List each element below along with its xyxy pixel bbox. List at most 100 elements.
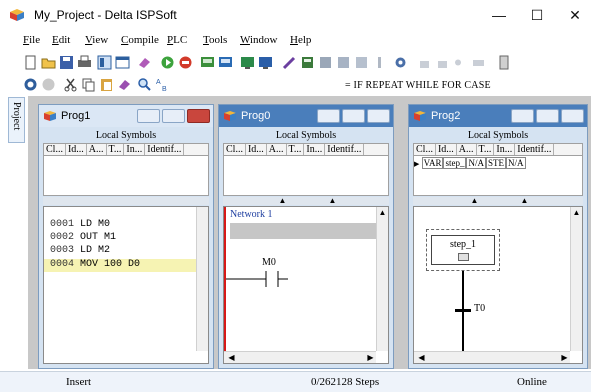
column-header[interactable]: A...	[87, 144, 107, 155]
prog0-window[interactable]: Prog0 Local Symbols Cl... Id... A... T... In…	[218, 104, 394, 369]
scroll-right-icon[interactable]: ▶	[365, 353, 376, 363]
prog2-window[interactable]: Prog2 Local Symbols Cl... Id... A... T... In…	[408, 104, 588, 369]
settings-gear-icon[interactable]	[393, 55, 408, 70]
prog1-title-bar[interactable]: Prog1	[39, 105, 213, 127]
local-symbols-table[interactable]: ▶ VAR step_ N/A STE N/A	[413, 156, 583, 196]
menu-tools[interactable]: Tools	[203, 34, 227, 46]
copy-icon[interactable]	[81, 77, 96, 92]
print-icon[interactable]	[77, 55, 92, 70]
local-symbols-table[interactable]	[223, 156, 389, 196]
save-icon[interactable]	[59, 55, 74, 70]
eraser-icon[interactable]	[137, 55, 152, 70]
paste-icon[interactable]	[99, 77, 114, 92]
column-header[interactable]: In...	[494, 144, 516, 155]
menu-help[interactable]: Help	[290, 34, 311, 46]
collapse-arrow-icon[interactable]: ▲	[519, 196, 530, 206]
stop-icon[interactable]	[178, 55, 193, 70]
step-action-icon[interactable]	[458, 253, 469, 261]
undo-icon[interactable]	[117, 77, 132, 92]
column-header[interactable]: T...	[107, 144, 125, 155]
menu-file[interactable]: File	[23, 34, 40, 46]
maximize-button[interactable]: ☐	[522, 4, 552, 26]
horizontal-scrollbar[interactable]: ◀ ▶	[224, 351, 376, 363]
prog2-restore-button[interactable]	[536, 109, 559, 123]
scroll-right-icon[interactable]: ▶	[559, 353, 570, 363]
column-header[interactable]: Id...	[246, 144, 267, 155]
new-file-icon[interactable]	[23, 55, 38, 70]
close-button[interactable]: ✕	[560, 4, 590, 26]
table-icon[interactable]	[318, 55, 333, 70]
minimize-button[interactable]: —	[484, 4, 514, 26]
find-icon[interactable]	[137, 77, 152, 92]
symbol-row[interactable]: ▶ VAR step_ N/A STE N/A	[414, 157, 526, 169]
unlock-icon[interactable]	[435, 55, 450, 70]
collapse-arrow-icon[interactable]: ▲	[327, 196, 338, 206]
pane-splitter[interactable]: ▲ ▲	[413, 196, 583, 206]
prog0-restore-button[interactable]	[342, 109, 365, 123]
project-panel-tab[interactable]: Project	[8, 97, 25, 143]
scroll-up-icon[interactable]: ▲	[377, 208, 388, 218]
key-icon[interactable]	[453, 55, 468, 70]
device-icon[interactable]	[300, 55, 315, 70]
keyboard-icon[interactable]	[497, 55, 512, 70]
st-keyword-bar[interactable]: = IF REPEAT WHILE FOR CASE	[345, 80, 491, 91]
column-header[interactable]: Cl...	[414, 144, 436, 155]
column-header[interactable]: Identif...	[325, 144, 365, 155]
disabled-icon[interactable]	[41, 77, 56, 92]
prog2-title-bar[interactable]: Prog2	[409, 105, 587, 127]
download-icon[interactable]	[200, 55, 215, 70]
network-label[interactable]: Network 1	[230, 209, 273, 220]
password-icon[interactable]	[471, 55, 486, 70]
prog2-close-button[interactable]	[561, 109, 584, 123]
collapse-arrow-icon[interactable]: ▲	[277, 196, 288, 206]
pen-icon[interactable]	[282, 55, 297, 70]
column-header[interactable]: Id...	[436, 144, 457, 155]
vertical-scrollbar[interactable]: ▲	[376, 207, 388, 351]
scroll-up-icon[interactable]: ▲	[571, 208, 582, 218]
column-header[interactable]: A...	[267, 144, 287, 155]
column-header[interactable]: Id...	[66, 144, 87, 155]
column-header[interactable]: In...	[124, 144, 146, 155]
menu-compile[interactable]: Compile	[121, 34, 159, 46]
menu-view[interactable]: View	[85, 34, 108, 46]
column-header[interactable]: Identif...	[145, 144, 185, 155]
column-header[interactable]: In...	[304, 144, 326, 155]
lock-icon[interactable]	[417, 55, 432, 70]
prog1-restore-button[interactable]	[162, 109, 185, 123]
column-header[interactable]: T...	[477, 144, 495, 155]
sfc-step[interactable]: step_1	[431, 235, 495, 265]
column-header[interactable]: Identif...	[515, 144, 555, 155]
normally-open-contact[interactable]	[226, 269, 376, 289]
pane-splitter[interactable]: ▲ ▲	[223, 196, 389, 206]
collapse-arrow-icon[interactable]: ▲	[469, 196, 480, 206]
sort-icon[interactable]: AB	[155, 77, 170, 92]
menu-window[interactable]: Window	[240, 34, 277, 46]
column-header[interactable]: T...	[287, 144, 305, 155]
pane-splitter[interactable]	[43, 197, 209, 205]
upload-icon[interactable]	[218, 55, 233, 70]
local-symbols-table[interactable]	[43, 156, 209, 196]
monitor-online-icon[interactable]	[240, 55, 255, 70]
monitor-offline-icon[interactable]	[258, 55, 273, 70]
prog0-title-bar[interactable]: Prog0	[219, 105, 393, 127]
pin-icon[interactable]	[372, 55, 387, 70]
il-line[interactable]: 0002 OUT M1	[50, 232, 116, 243]
horizontal-scrollbar[interactable]: ◀ ▶	[414, 351, 570, 363]
ladder-editor[interactable]: Network 1 M0 ▲ ◀ ▶	[223, 206, 389, 364]
column-header[interactable]: A...	[457, 144, 477, 155]
prog0-close-button[interactable]	[367, 109, 390, 123]
cut-icon[interactable]	[63, 77, 78, 92]
il-line[interactable]: 0004 MOV 100 D0	[50, 259, 140, 270]
window-icon[interactable]	[115, 55, 130, 70]
il-editor[interactable]: 0001 LD M0 0002 OUT M1 0003 LD M2 0004 M…	[43, 206, 209, 364]
il-line[interactable]: 0003 LD M2	[50, 245, 110, 256]
sfc-editor[interactable]: step_1 T0 ▲ ◀ ▶	[413, 206, 583, 364]
chart-icon[interactable]	[354, 55, 369, 70]
column-header[interactable]: Cl...	[224, 144, 246, 155]
grid-icon[interactable]	[336, 55, 351, 70]
prog1-close-button[interactable]	[187, 109, 210, 123]
network-comment-bar[interactable]	[230, 223, 376, 239]
menu-plc[interactable]: PLC	[167, 34, 187, 46]
view-layout-icon[interactable]	[97, 55, 112, 70]
menu-edit[interactable]: Edit	[52, 34, 70, 46]
